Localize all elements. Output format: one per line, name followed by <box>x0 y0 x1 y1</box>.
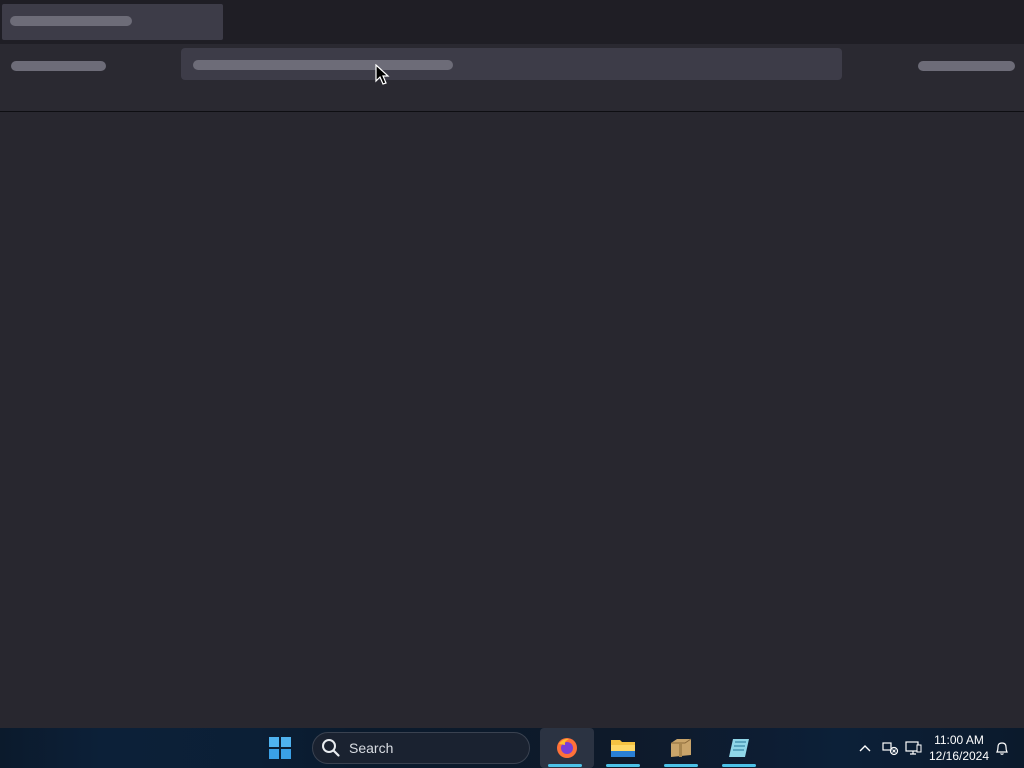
windows-logo-icon <box>269 737 291 759</box>
chevron-up-icon <box>859 745 871 752</box>
system-clock[interactable]: 11:00 AM 12/16/2024 <box>926 732 992 764</box>
clock-time: 11:00 AM <box>934 733 984 747</box>
browser-tab[interactable] <box>2 4 223 40</box>
show-hidden-icons-button[interactable] <box>856 728 874 768</box>
taskbar-search-box[interactable]: Search <box>312 732 530 764</box>
notifications-button[interactable] <box>992 728 1012 768</box>
taskbar-app-archive[interactable] <box>656 728 706 768</box>
network-icon <box>882 742 899 756</box>
folder-icon <box>611 740 635 757</box>
address-bar[interactable] <box>181 48 842 80</box>
taskbar: Search 11:00 AM 12/16/2024 <box>0 728 1024 768</box>
navigation-buttons-placeholder[interactable] <box>11 61 106 71</box>
firefox-icon <box>557 738 577 758</box>
screen: Search 11:00 AM 12/16/2024 <box>0 0 1024 768</box>
taskbar-app-firefox[interactable] <box>540 728 594 768</box>
page-content <box>0 113 1024 728</box>
display-icon <box>905 741 922 755</box>
address-text-placeholder <box>193 60 453 70</box>
archive-box-icon <box>671 738 692 757</box>
toolbar-actions-placeholder[interactable] <box>918 61 1015 71</box>
taskbar-app-notepad[interactable] <box>714 728 764 768</box>
open-indicator <box>722 764 756 767</box>
active-indicator <box>548 764 582 767</box>
tab-title-placeholder <box>10 16 132 26</box>
open-indicator <box>664 764 698 767</box>
network-status-button[interactable] <box>878 728 902 768</box>
clock-date: 12/16/2024 <box>928 749 990 763</box>
bell-icon <box>996 742 1008 755</box>
mouse-cursor-icon <box>375 64 390 85</box>
open-indicator <box>606 764 640 767</box>
browser-toolbar <box>0 44 1024 112</box>
notepad-icon <box>729 739 749 757</box>
search-icon <box>322 739 340 757</box>
search-label: Search <box>349 740 394 756</box>
start-button[interactable] <box>262 728 298 768</box>
display-settings-button[interactable] <box>902 728 924 768</box>
taskbar-app-file-explorer[interactable] <box>598 728 648 768</box>
browser-tab-strip <box>0 0 1024 44</box>
